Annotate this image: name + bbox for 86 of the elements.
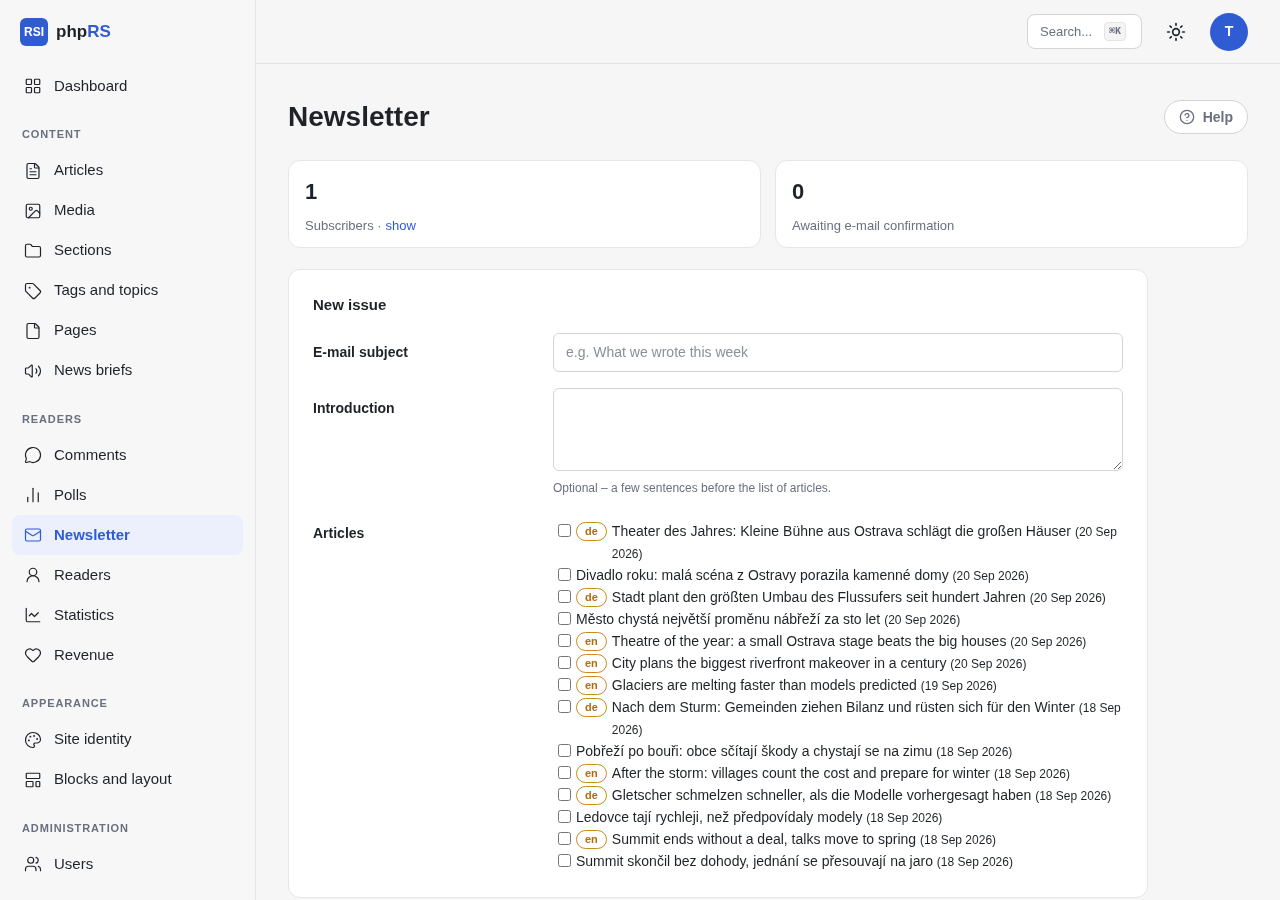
article-checkbox[interactable] (558, 611, 571, 625)
article-title: Glaciers are melting faster than models predicted (19 Sep 2026) (611, 675, 997, 695)
article-checkbox[interactable] (558, 853, 571, 867)
introduction-field[interactable] (553, 387, 1123, 471)
article-title: City plans the biggest riverfront makeover in a century (20 Sep 2026) (611, 653, 1027, 673)
subject-field[interactable]: e.g. What we wrote this week (553, 332, 1123, 372)
help-icon (1178, 109, 1195, 125)
article-checkbox[interactable] (558, 655, 571, 669)
stat-label: Subscribers · (305, 217, 382, 235)
help-button[interactable]: Help (1163, 100, 1248, 134)
section-heading: ADMINISTRATION (21, 820, 130, 836)
stat-label: Awaiting e-mail confirmation (792, 217, 955, 235)
avatar-button[interactable]: T (1210, 12, 1248, 51)
sidebar-item[interactable]: Media (12, 190, 243, 231)
stat-value: 1 (305, 181, 319, 203)
article-checkbox[interactable] (558, 831, 571, 845)
sidebar-item[interactable]: Polls (12, 475, 243, 515)
sidebar-item[interactable]: Dashboard (12, 66, 243, 106)
article-checkbox[interactable] (558, 809, 571, 823)
heart-icon (24, 646, 42, 664)
logo-text: phpRS (56, 21, 111, 44)
sidebar-item[interactable]: Blocks and layout (12, 759, 243, 800)
article-title: Theatre of the year: a small Ostrava stage beats the big houses (20 Sep 2026) (611, 631, 1087, 651)
layout-icon (24, 770, 42, 789)
sidebar-item[interactable]: Statistics (12, 595, 243, 635)
article-checkbox[interactable] (558, 589, 571, 603)
line-chart-icon (24, 606, 42, 624)
article-title: Stadt plant den größten Umbau des Flussufers seit hundert Jahren (20 Sep 2026) (611, 587, 1106, 607)
article-checkbox[interactable] (558, 743, 571, 757)
sun-icon (1166, 21, 1186, 42)
article-checkbox[interactable] (558, 633, 571, 647)
envelope-icon (24, 526, 42, 544)
field-hint: Optional – a few sentences before the list of articles. (553, 479, 833, 497)
article-checkbox[interactable] (558, 699, 571, 713)
sidebar-item[interactable]: Users (12, 844, 243, 884)
show-link[interactable]: show (385, 216, 416, 236)
stat-value: 0 (792, 181, 806, 203)
sidebar-item[interactable]: Sections (12, 230, 243, 271)
document-icon (24, 161, 42, 180)
sidebar-item[interactable]: Revenue (12, 635, 243, 675)
page-icon (24, 321, 42, 340)
section-heading: CONTENT (21, 127, 83, 142)
article-title: Theater des Jahres: Kleine Bühne aus Ostrava schlägt die großen Häuser (20 Sep 2026) (611, 521, 1118, 563)
sidebar-item[interactable]: Comments (12, 435, 243, 475)
search-field[interactable]: Search... ⌘K (1027, 14, 1142, 49)
sidebar-item[interactable]: News briefs (12, 350, 243, 391)
folder-icon (24, 241, 42, 260)
article-title: After the storm: villages count the cost and prepare for winter (18 Sep 2026) (611, 763, 1070, 783)
speaker-icon (24, 361, 42, 380)
section-heading: READERS (21, 411, 83, 427)
shortcut-key: ⌘K (1104, 22, 1127, 41)
people-icon (24, 855, 42, 873)
sidebar-item[interactable]: Tags and topics (12, 270, 243, 311)
article-title: Ledovce tají rychleji, než předpovídaly modely (18 Sep 2026) (576, 807, 943, 827)
section-heading: APPEARANCE (21, 696, 109, 711)
speech-bubble-icon (24, 446, 42, 464)
image-icon (24, 201, 42, 220)
tag-icon (24, 281, 42, 300)
article-title: Summit ends without a deal, talks move to spring (18 Sep 2026) (611, 829, 997, 849)
page-title: Newsletter (288, 100, 430, 134)
article-checkbox[interactable] (558, 765, 571, 779)
sidebar-item[interactable]: Articles (12, 150, 243, 191)
sidebar-item[interactable]: Pages (12, 310, 243, 351)
grid-icon (24, 77, 42, 95)
article-checkbox[interactable] (558, 567, 571, 581)
field-label: E-mail subject (313, 342, 409, 362)
palette-icon (24, 730, 42, 749)
form-title: New issue (313, 295, 388, 315)
bar-chart-icon (24, 486, 42, 504)
article-title: Gletscher schmelzen schneller, als die Modelle vorhergesagt haben (18 Sep 2026) (611, 785, 1112, 805)
article-title: Divadlo roku: malá scéna z Ostravy porazila kamenné domy (20 Sep 2026) (576, 565, 1029, 585)
field-label: Articles (313, 523, 366, 543)
article-title: Summit skončil bez dohody, jednání se přesouvají na jaro (18 Sep 2026) (576, 851, 1013, 871)
sidebar-item[interactable]: Site identity (12, 719, 243, 760)
article-title: Pobřeží po bouři: obce sčítají škody a chystají se na zimu (18 Sep 2026) (576, 741, 1013, 761)
article-checkbox[interactable] (558, 523, 571, 537)
article-checkbox[interactable] (558, 677, 571, 691)
search-placeholder: Search... (1040, 22, 1093, 41)
field-label: Introduction (313, 398, 396, 418)
logo-mark: RSI (20, 18, 48, 46)
sidebar-item[interactable]: Readers (12, 555, 243, 595)
article-title: Město chystá největší proměnu nábřeží za sto let (20 Sep 2026) (576, 609, 961, 629)
article-checkbox[interactable] (558, 787, 571, 801)
article-title: Nach dem Sturm: Gemeinden ziehen Bilanz und rüsten sich für den Winter (18 Sep 2026) (611, 697, 1122, 739)
sidebar-item[interactable]: Newsletter (12, 515, 243, 555)
person-icon (24, 566, 42, 584)
